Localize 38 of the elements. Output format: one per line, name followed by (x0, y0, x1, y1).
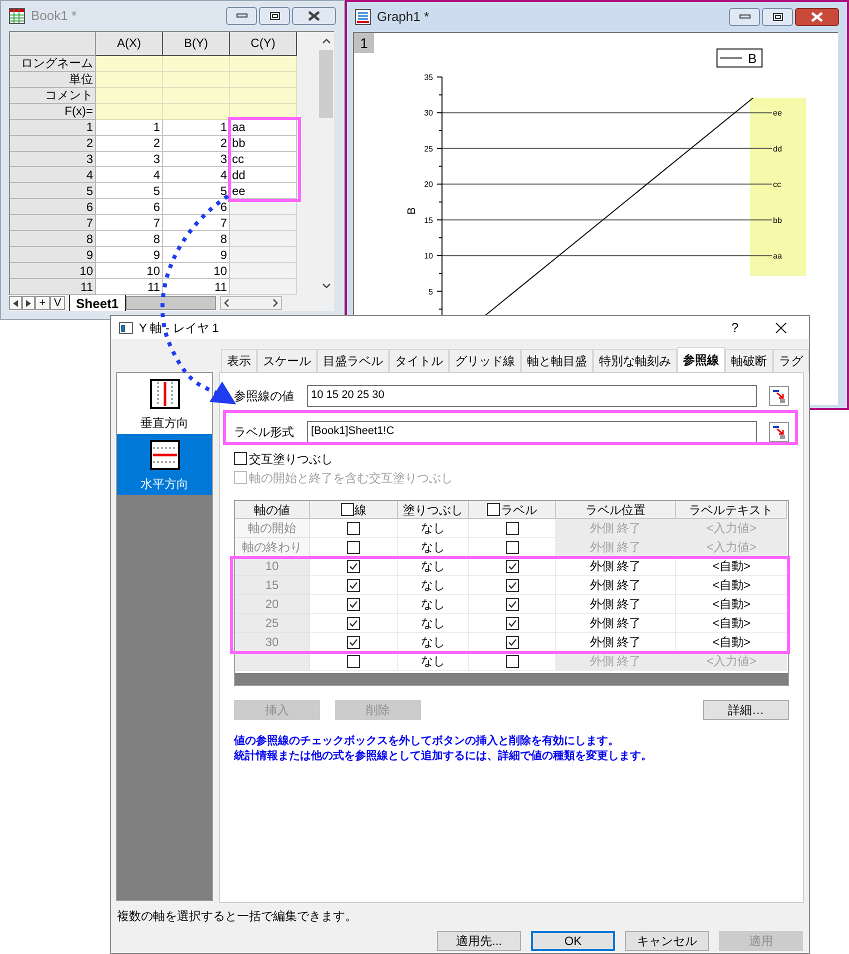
tick-label: 35 (424, 73, 433, 82)
row-header: 8 (10, 231, 96, 248)
status-text: 複数の軸を選択すると一括で編集できます。 (117, 910, 358, 922)
row-header: 11 (10, 279, 96, 295)
row-header: 10 (10, 263, 96, 280)
row-header: 2 (10, 136, 96, 152)
tick-label: 25 (424, 144, 433, 154)
row-header: 4 (10, 167, 96, 184)
table-cell: 20 (235, 595, 310, 614)
dialog-title: Y 軸 - レイヤ 1 (139, 322, 220, 334)
row-header: 9 (10, 247, 96, 264)
row-header: コメント (10, 88, 96, 104)
table-cell: 30 (235, 633, 310, 652)
tick-label: 10 (424, 252, 433, 261)
window-title: Book1 * (31, 7, 78, 26)
field-label: ラベル形式 (234, 426, 295, 438)
table-cell: 15 (235, 576, 310, 595)
hint-text: 値の参照線のチェックボックスを外してボタンの挿入と削除を有効にします。 (234, 736, 620, 747)
checkbox-label: 交互塗りつぶし (249, 452, 333, 464)
table-cell: 軸の終わり (235, 538, 310, 557)
row-header: 3 (10, 152, 96, 168)
field-label: 参照線の値 (234, 390, 295, 402)
row-header: ロングネーム (10, 56, 96, 72)
row-header: F(x)= (10, 104, 96, 120)
row-header: 6 (10, 199, 96, 216)
checkbox-label: 軸の開始と終了を含む交互塗りつぶし (249, 472, 453, 484)
row-header: 単位 (10, 72, 96, 88)
tick-label: 15 (424, 216, 433, 225)
window-title: Graph1 * (377, 8, 430, 26)
row-header: 7 (10, 215, 96, 232)
tick-label: 20 (424, 180, 433, 190)
row-header: 5 (10, 183, 96, 200)
tick-label: 30 (424, 108, 433, 118)
table-cell: 軸の開始 (235, 519, 310, 538)
hint-text: 統計情報または他の式を参照線として追加するには、詳細で値の種類を変更します。 (234, 751, 653, 762)
table-cell: 25 (235, 614, 310, 633)
tick-label: 5 (428, 287, 433, 296)
row-header: 1 (10, 120, 96, 136)
